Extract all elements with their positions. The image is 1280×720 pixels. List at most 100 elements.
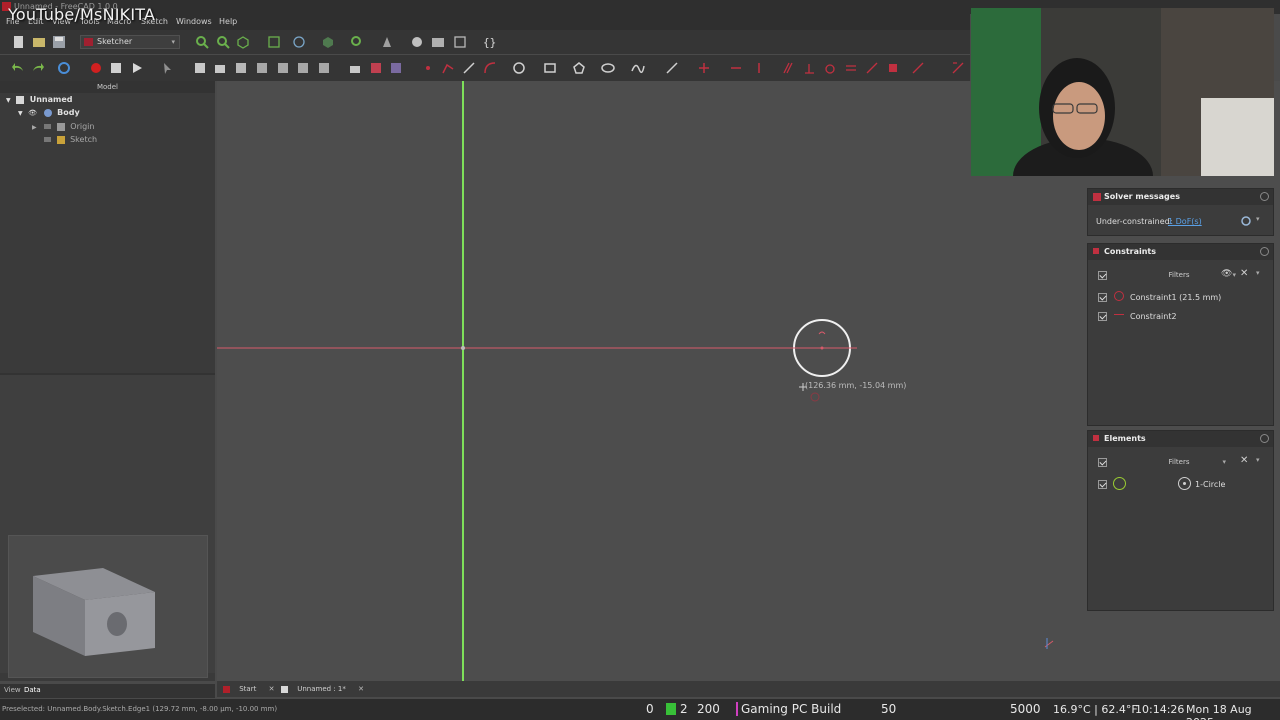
constraints-header[interactable]: Constraints xyxy=(1088,244,1273,260)
expand-arrow-icon[interactable]: ▼ xyxy=(6,97,11,104)
collapse-icon[interactable] xyxy=(1260,434,1269,443)
constraint-coincident-icon[interactable] xyxy=(697,61,711,75)
create-bspline-icon[interactable] xyxy=(631,61,645,75)
validate-sketch-icon[interactable] xyxy=(317,61,331,75)
constraint-equal-icon[interactable] xyxy=(844,61,858,75)
constraint-visible-checkbox[interactable] xyxy=(1098,312,1107,321)
map-sketch-icon[interactable] xyxy=(276,61,290,75)
radius-constraint-icon xyxy=(818,331,826,335)
expand-arrow-icon[interactable]: ▼ xyxy=(18,110,23,117)
constraint-tangent-icon[interactable] xyxy=(823,61,837,75)
view-isometric-icon[interactable] xyxy=(292,35,306,49)
constraint-parallel-icon[interactable] xyxy=(781,61,795,75)
constraint-symmetric-icon[interactable] xyxy=(865,61,879,75)
constraint-perpendicular-icon[interactable] xyxy=(802,61,816,75)
open-document-icon[interactable] xyxy=(32,35,46,49)
macro-braces-icon[interactable]: {} xyxy=(482,35,496,49)
chevron-down-icon: ▾ xyxy=(1232,271,1236,279)
solver-messages-header[interactable]: Solver messages xyxy=(1088,189,1273,205)
webcam-image xyxy=(971,8,1274,176)
workbench-selector[interactable]: Sketcher ▾ xyxy=(80,35,180,49)
chevron-down-icon[interactable]: ▾ xyxy=(1256,269,1260,277)
create-circle-icon[interactable] xyxy=(512,61,526,75)
constraint-visible-checkbox[interactable] xyxy=(1098,293,1107,302)
tree-item-label: Sketch xyxy=(70,135,98,144)
close-icon[interactable]: ✕ xyxy=(358,685,364,693)
whats-this-icon[interactable] xyxy=(161,61,175,75)
merge-sketches-icon[interactable] xyxy=(348,61,362,75)
eye-icon[interactable]: 👁 xyxy=(1221,269,1232,279)
constraint-dimension-icon[interactable] xyxy=(951,61,965,75)
leave-sketch-icon[interactable] xyxy=(213,61,227,75)
stop-operation-icon[interactable] xyxy=(389,61,403,75)
chevron-down-icon[interactable]: ▾ xyxy=(1256,456,1260,464)
part-icon[interactable] xyxy=(380,35,394,49)
draw-style-icon[interactable] xyxy=(236,35,250,49)
tab-start[interactable]: Start ✕ xyxy=(223,683,274,695)
zoom-selection-icon[interactable] xyxy=(216,35,230,49)
collapse-icon[interactable] xyxy=(1260,247,1269,256)
constraint-vertical-icon[interactable] xyxy=(752,61,766,75)
constraint-horizontal-icon[interactable] xyxy=(729,61,743,75)
view-sketch-icon[interactable] xyxy=(234,61,248,75)
tab-unnamed[interactable]: Unnamed : 1* ✕ xyxy=(281,683,364,695)
reorient-sketch-icon[interactable] xyxy=(296,61,310,75)
create-point-icon[interactable] xyxy=(421,61,435,75)
webcam-overlay xyxy=(971,8,1274,176)
mirror-sketch-icon[interactable] xyxy=(369,61,383,75)
tree-item-body[interactable]: ▼ 👁 Body xyxy=(18,107,80,119)
menu-windows[interactable]: Windows xyxy=(176,17,212,26)
create-line-icon[interactable] xyxy=(462,61,476,75)
tree-item-document[interactable]: ▼ Unnamed xyxy=(6,94,73,106)
macros-icon[interactable] xyxy=(109,61,123,75)
view-section-icon[interactable] xyxy=(255,61,269,75)
create-polygon-icon[interactable] xyxy=(572,61,586,75)
visibility-hidden-icon[interactable] xyxy=(44,124,52,129)
visibility-hidden-icon[interactable] xyxy=(44,137,51,142)
bounding-box-icon[interactable] xyxy=(267,35,281,49)
menu-help[interactable]: Help xyxy=(219,17,237,26)
create-polyline-icon[interactable] xyxy=(441,61,455,75)
new-document-icon[interactable] xyxy=(12,35,26,49)
execute-macro-icon[interactable] xyxy=(130,61,144,75)
visibility-eye-icon[interactable]: 👁 xyxy=(28,109,37,117)
redo-icon[interactable] xyxy=(31,61,45,75)
chevron-down-icon[interactable]: ▾ xyxy=(1256,215,1260,223)
create-arc-icon[interactable] xyxy=(483,61,497,75)
undo-icon[interactable] xyxy=(11,61,25,75)
tab-view[interactable]: View xyxy=(4,686,21,694)
link-icon[interactable] xyxy=(453,35,467,49)
zoom-fit-all-icon[interactable] xyxy=(195,35,209,49)
record-macro-icon[interactable] xyxy=(89,61,103,75)
tree-item-sketch[interactable]: Sketch xyxy=(44,134,97,146)
refresh-icon[interactable] xyxy=(57,61,71,75)
update-icon[interactable] xyxy=(1240,215,1252,227)
close-icon[interactable]: ✕ xyxy=(269,685,275,693)
create-group-icon[interactable] xyxy=(431,35,445,49)
measure-icon[interactable] xyxy=(350,35,364,49)
constraint-block-icon[interactable] xyxy=(886,61,900,75)
panel-title: Solver messages xyxy=(1104,192,1180,201)
select-all-checkbox[interactable] xyxy=(1098,458,1107,467)
constraint-lock-icon[interactable] xyxy=(911,61,925,75)
select-all-checkbox[interactable] xyxy=(1098,271,1107,280)
collapse-icon[interactable] xyxy=(1260,192,1269,201)
construction-mode-icon[interactable] xyxy=(665,61,679,75)
new-sketch-icon[interactable] xyxy=(193,61,207,75)
expand-arrow-icon[interactable]: ▶ xyxy=(32,124,37,131)
tab-data[interactable]: Data xyxy=(24,686,41,694)
element-visible-checkbox[interactable] xyxy=(1098,480,1107,489)
origin-point[interactable] xyxy=(461,346,465,350)
settings-tools-icon[interactable]: ✕ xyxy=(1240,268,1248,279)
dof-link[interactable]: 1 DoF(s) xyxy=(1168,217,1202,226)
create-rectangle-icon[interactable] xyxy=(543,61,557,75)
create-part-icon[interactable] xyxy=(410,35,424,49)
save-document-icon[interactable] xyxy=(52,35,66,49)
tree-item-origin[interactable]: ▶ Origin xyxy=(32,121,94,133)
create-ellipse-icon[interactable] xyxy=(601,61,615,75)
elements-header[interactable]: Elements xyxy=(1088,431,1273,447)
preselection-message: Preselected: Unnamed.Body.Sketch.Edge1 (… xyxy=(2,705,278,713)
elements-filter-dropdown[interactable]: Filters ▾ xyxy=(1118,456,1240,468)
settings-tools-icon[interactable]: ✕ xyxy=(1240,455,1248,466)
view-front-icon[interactable] xyxy=(321,35,335,49)
